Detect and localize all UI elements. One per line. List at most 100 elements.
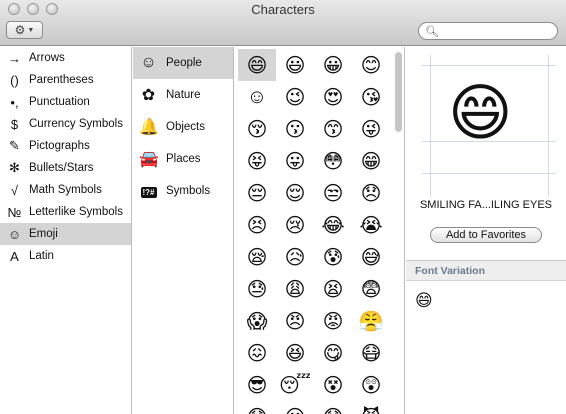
emoji-cell[interactable]: 😲 bbox=[352, 369, 390, 401]
character-name: SMILING FA...ILING EYES bbox=[419, 199, 553, 211]
subcategory-label: Places bbox=[166, 153, 201, 165]
category-item-pictographs[interactable]: ✎ Pictographs bbox=[0, 135, 131, 157]
character-grid: 😄 😃 😀 😊 ☺ 😉 😍 😘 😚 😗 😙 😜 😝 😛 😳 😁 😔 😌 😒 😞 😣 😢 😂 😭 😪 😥 😰 😅 😓 😩 😫 😨 😱 😠 😡 😤 😖 😆 😋 😷… bbox=[238, 49, 390, 414]
emoji-cell[interactable]: 😋 bbox=[314, 337, 352, 369]
emoji-cell[interactable]: 😍 bbox=[314, 81, 352, 113]
subcategory-item-symbols[interactable]: !?# Symbols bbox=[133, 175, 233, 207]
emoji-cell[interactable]: 😤 bbox=[352, 305, 390, 337]
category-item-emoji[interactable]: ☺ Emoji bbox=[0, 223, 131, 245]
character-grid-panel: 😄 😃 😀 😊 ☺ 😉 😍 😘 😚 😗 😙 😜 😝 😛 😳 😁 😔 😌 😒 😞 😣 😢 😂 😭 😪 😥 😰 😅 😓 😩 😫 😨 😱 😠 😡 😤 😖 😆 😋 😷… bbox=[235, 47, 405, 414]
category-item-latin[interactable]: A Latin bbox=[0, 245, 131, 267]
emoji-cell[interactable]: 😗 bbox=[276, 113, 314, 145]
category-label: Emoji bbox=[29, 228, 58, 240]
character-preview: 😄 bbox=[422, 55, 556, 197]
search-input[interactable] bbox=[441, 25, 552, 37]
category-item-letterlike-symbols[interactable]: № Letterlike Symbols bbox=[0, 201, 131, 223]
window-title: Characters bbox=[251, 2, 315, 17]
category-label: Parentheses bbox=[29, 74, 94, 86]
category-icon: ☺ bbox=[7, 226, 22, 242]
subcategory-icon: !?# bbox=[139, 182, 158, 200]
emoji-cell[interactable]: 😜 bbox=[352, 113, 390, 145]
emoji-cell[interactable]: 😫 bbox=[314, 273, 352, 305]
emoji-cell[interactable]: 😳 bbox=[314, 145, 352, 177]
emoji-cell[interactable]: 😡 bbox=[314, 305, 352, 337]
category-label: Bullets/Stars bbox=[29, 162, 94, 174]
category-icon: $ bbox=[10, 116, 19, 132]
category-icon: () bbox=[10, 72, 19, 88]
emoji-cell[interactable]: 😌 bbox=[276, 177, 314, 209]
emoji-cell[interactable]: 😣 bbox=[238, 209, 276, 241]
emoji-cell[interactable]: 😥 bbox=[276, 241, 314, 273]
emoji-cell[interactable]: 😷 bbox=[352, 337, 390, 369]
preview-glyph: 😄 bbox=[448, 79, 513, 148]
emoji-cell[interactable]: 😪 bbox=[238, 241, 276, 273]
category-item-parentheses[interactable]: () Parentheses bbox=[0, 69, 131, 91]
emoji-cell[interactable]: 😉 bbox=[276, 81, 314, 113]
emoji-cell[interactable]: 😢 bbox=[276, 209, 314, 241]
emoji-cell[interactable]: 😃 bbox=[276, 49, 314, 81]
category-item-arrows[interactable]: → Arrows bbox=[0, 47, 131, 69]
emoji-cell[interactable]: 😔 bbox=[238, 177, 276, 209]
emoji-cell[interactable]: 😠 bbox=[276, 305, 314, 337]
subcategory-item-places[interactable]: 🚘 Places bbox=[133, 143, 233, 175]
emoji-cell[interactable]: 😎 bbox=[238, 369, 276, 401]
category-label: Pictographs bbox=[29, 140, 90, 152]
emoji-cell[interactable]: 😄 bbox=[238, 49, 276, 81]
emoji-cell[interactable]: 😴 bbox=[276, 369, 314, 401]
emoji-cell[interactable]: 😦 bbox=[276, 401, 314, 414]
emoji-cell[interactable]: 😖 bbox=[238, 337, 276, 369]
emoji-cell[interactable]: 😁 bbox=[352, 145, 390, 177]
emoji-cell[interactable]: 😭 bbox=[352, 209, 390, 241]
emoji-cell[interactable]: 😆 bbox=[276, 337, 314, 369]
emoji-cell[interactable]: 😧 bbox=[314, 401, 352, 414]
emoji-cell[interactable]: 😨 bbox=[352, 273, 390, 305]
category-label: Letterlike Symbols bbox=[29, 206, 123, 218]
emoji-cell[interactable]: 😘 bbox=[352, 81, 390, 113]
emoji-cell[interactable]: 😀 bbox=[314, 49, 352, 81]
emoji-cell[interactable]: 😊 bbox=[352, 49, 390, 81]
search-field[interactable]: 🔍︎ bbox=[418, 22, 558, 40]
emoji-cell[interactable]: 😂 bbox=[314, 209, 352, 241]
symbols-icon: !?# bbox=[140, 187, 157, 198]
emoji-cell[interactable]: 😱 bbox=[238, 305, 276, 337]
emoji-cell[interactable]: 😟 bbox=[238, 401, 276, 414]
category-item-bullets-stars[interactable]: ✻ Bullets/Stars bbox=[0, 157, 131, 179]
subcategory-icon: 🚘 bbox=[139, 151, 159, 168]
category-icon: → bbox=[8, 50, 21, 66]
subcategory-item-people[interactable]: ☺ People bbox=[133, 47, 233, 79]
category-label: Arrows bbox=[29, 52, 65, 64]
subcategory-item-nature[interactable]: ✿ Nature bbox=[133, 79, 233, 111]
add-to-favorites-button[interactable]: Add to Favorites bbox=[430, 227, 542, 243]
emoji-cell[interactable]: 😚 bbox=[238, 113, 276, 145]
chevron-down-icon: ▼ bbox=[27, 26, 35, 34]
emoji-cell[interactable]: 😛 bbox=[276, 145, 314, 177]
emoji-cell[interactable]: 😵 bbox=[314, 369, 352, 401]
font-variation-item[interactable]: 😄 bbox=[415, 291, 433, 311]
emoji-cell[interactable]: 😰 bbox=[314, 241, 352, 273]
font-variation-panel: Font Variation 😄 bbox=[406, 260, 566, 414]
action-menu-button[interactable]: ⚙ ▼ bbox=[6, 21, 43, 39]
emoji-cell[interactable]: 😓 bbox=[238, 273, 276, 305]
emoji-cell[interactable]: 😩 bbox=[276, 273, 314, 305]
subcategory-label: People bbox=[166, 57, 202, 69]
category-label: Punctuation bbox=[29, 96, 90, 108]
category-item-math-symbols[interactable]: √ Math Symbols bbox=[0, 179, 131, 201]
subcategory-item-objects[interactable]: 🔔 Objects bbox=[133, 111, 233, 143]
category-icon: •, bbox=[10, 94, 19, 110]
subcategory-list: ☺ People ✿ Nature 🔔 Objects 🚘 Places !?# Symbols bbox=[133, 47, 234, 414]
category-item-punctuation[interactable]: •, Punctuation bbox=[0, 91, 131, 113]
emoji-cell[interactable]: 😝 bbox=[238, 145, 276, 177]
emoji-cell[interactable]: 😙 bbox=[314, 113, 352, 145]
subcategory-icon: ☺ bbox=[140, 54, 157, 71]
grid-scrollbar[interactable] bbox=[395, 49, 402, 412]
character-info-panel: 😄 SMILING FA...ILING EYES Add to Favorit… bbox=[406, 47, 566, 414]
emoji-cell[interactable]: 😅 bbox=[352, 241, 390, 273]
emoji-cell[interactable]: 😒 bbox=[314, 177, 352, 209]
category-list: → Arrows () Parentheses •, Punctuation $ Curren… bbox=[0, 47, 132, 414]
emoji-cell[interactable]: 😈 bbox=[352, 401, 390, 414]
emoji-cell[interactable]: 😞 bbox=[352, 177, 390, 209]
scrollbar-thumb[interactable] bbox=[395, 52, 402, 132]
emoji-cell[interactable]: ☺ bbox=[238, 81, 276, 113]
category-item-currency-symbols[interactable]: $ Currency Symbols bbox=[0, 113, 131, 135]
guide-line bbox=[422, 173, 556, 174]
